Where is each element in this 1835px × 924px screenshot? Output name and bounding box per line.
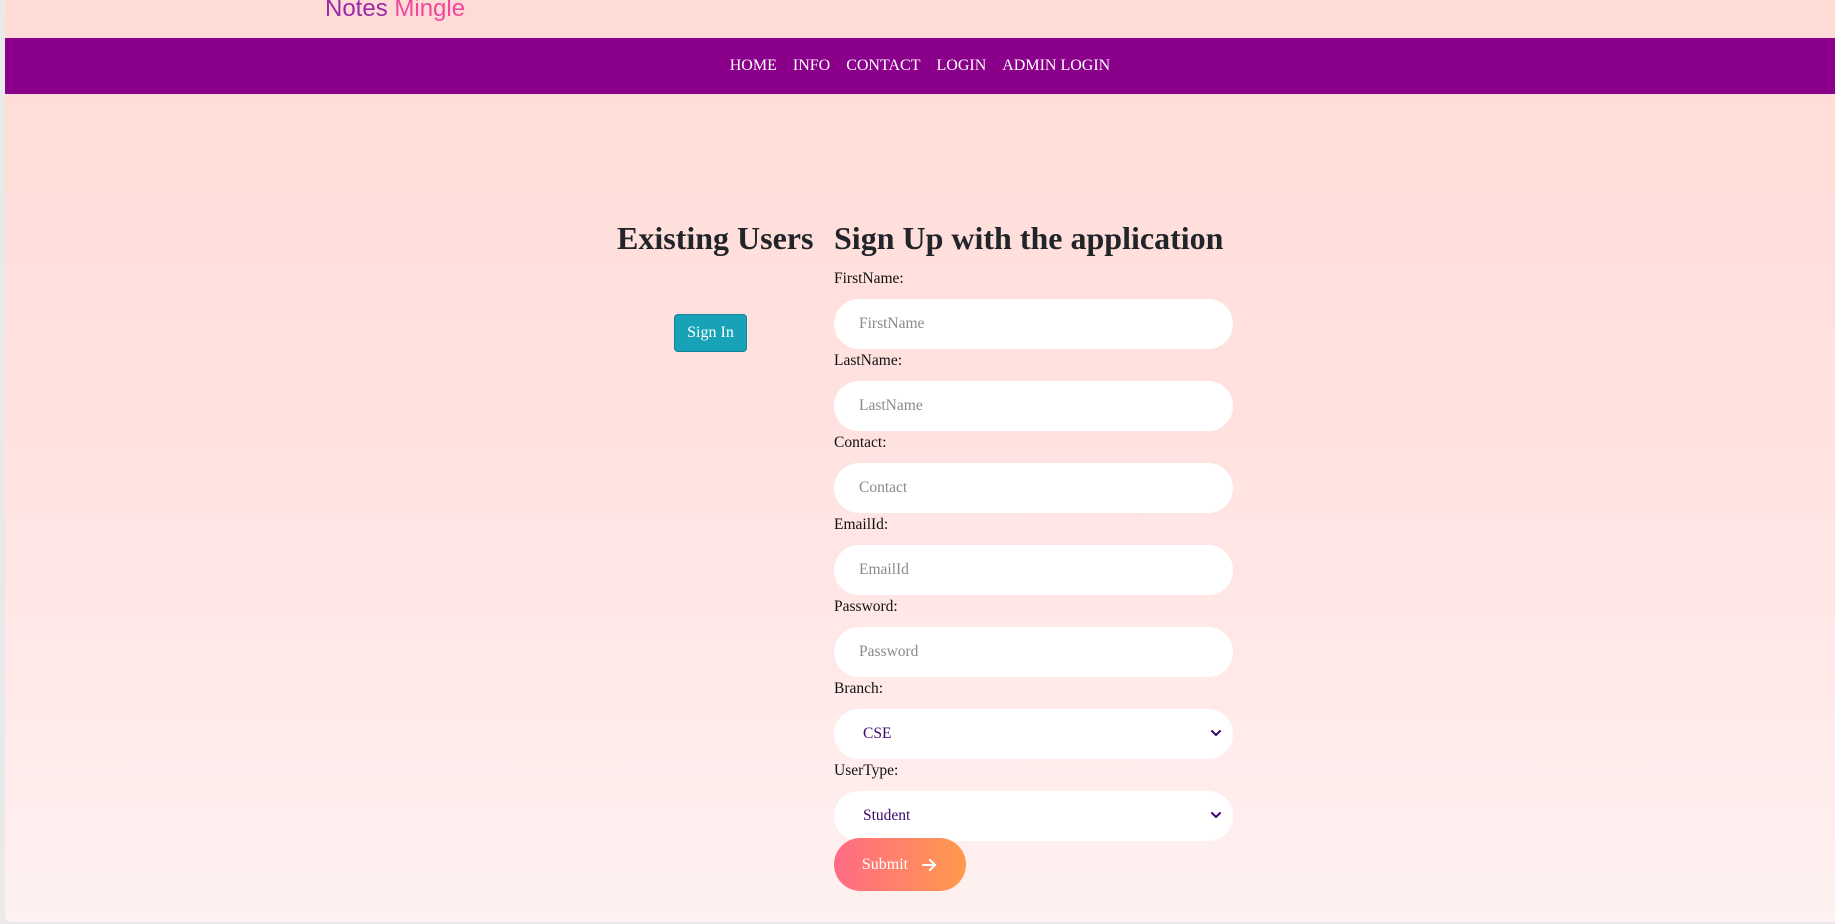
lastname-label: LastName: [834,352,903,369]
arrow-right-icon [922,858,937,871]
sign-in-button[interactable]: Sign In [674,314,747,352]
brand-part-notes: Notes [325,0,388,22]
page-background: Notes Mingle HOME INFO CONTACT LOGIN ADM… [5,0,1835,922]
nav-info[interactable]: INFO [793,57,830,75]
brand-part-mingle: Mingle [394,0,466,22]
usertype-selected-value: Student [863,807,911,824]
usertype-select[interactable]: Student [834,791,1233,841]
usertype-label: UserType: [834,762,899,779]
firstname-input[interactable] [834,299,1233,349]
contact-label: Contact: [834,434,887,451]
emailid-label: EmailId: [834,516,889,533]
firstname-label: FirstName: [834,270,904,287]
branch-select[interactable]: CSE [834,709,1233,759]
branch-label: Branch: [834,680,884,697]
brand-logo[interactable]: Notes Mingle [325,0,465,24]
password-label: Password: [834,598,898,615]
emailid-input[interactable] [834,545,1233,595]
chevron-down-icon [1211,812,1221,818]
nav-home[interactable]: HOME [730,57,777,75]
chevron-down-icon [1211,730,1221,736]
main-navbar: HOME INFO CONTACT LOGIN ADMIN LOGIN [5,38,1835,94]
contact-input[interactable] [834,463,1233,513]
submit-button[interactable]: Submit [834,838,966,891]
nav-login[interactable]: LOGIN [936,57,986,75]
existing-users-heading: Existing Users [617,220,814,256]
lastname-input[interactable] [834,381,1233,431]
password-input[interactable] [834,627,1233,677]
submit-label: Submit [861,855,909,873]
nav-admin-login[interactable]: ADMIN LOGIN [1002,57,1110,75]
branch-selected-value: CSE [863,725,892,742]
signup-heading: Sign Up with the application [834,220,1224,256]
nav-contact[interactable]: CONTACT [846,57,920,75]
